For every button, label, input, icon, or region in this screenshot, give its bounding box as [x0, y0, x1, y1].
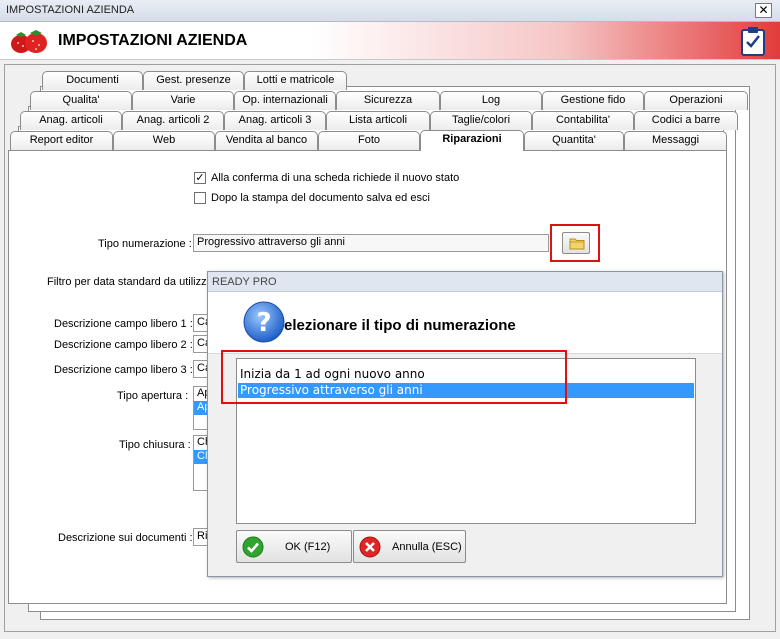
tab-documenti[interactable]: Documenti [42, 71, 143, 90]
tab-log[interactable]: Log [440, 91, 542, 110]
dialog-title: READY PRO [212, 276, 277, 288]
tab-vendita-al-banco[interactable]: Vendita al banco [215, 131, 318, 150]
cancel-button-label: Annulla (ESC) [392, 541, 462, 553]
tab-lista-articoli[interactable]: Lista articoli [326, 111, 430, 130]
tab-quantita[interactable]: Quantita' [524, 131, 624, 150]
tab-op-internazionali[interactable]: Op. internazionali [234, 91, 336, 110]
question-icon: ? [243, 301, 285, 343]
ok-button-label: OK (F12) [285, 541, 331, 553]
clipboard-check-icon[interactable] [739, 26, 767, 56]
salva-ed-esci-checkbox[interactable] [194, 192, 206, 204]
tab-web[interactable]: Web [113, 131, 215, 150]
numerazione-dialog: READY PRO Selezionare il tipo di numeraz… [207, 271, 723, 577]
highlight-options [221, 350, 567, 404]
tab-codici-a-barre[interactable]: Codici a barre [634, 111, 738, 130]
highlight-folder-button [550, 224, 600, 262]
nuovo-stato-label: Alla conferma di una scheda richiede il … [211, 172, 460, 184]
svg-text:?: ? [256, 308, 271, 338]
tipo-numerazione-field[interactable]: Progressivo attraverso gli anni [193, 234, 549, 252]
tab-foto[interactable]: Foto [318, 131, 420, 150]
nuovo-stato-checkbox[interactable]: ✓ [194, 172, 206, 184]
tipo-numerazione-label: Tipo numerazione : [98, 238, 192, 250]
tab-lotti-matricole[interactable]: Lotti e matricole [244, 71, 347, 90]
tab-report-editor[interactable]: Report editor [10, 131, 113, 150]
tab-sicurezza[interactable]: Sicurezza [336, 91, 440, 110]
tab-operazioni[interactable]: Operazioni [644, 91, 748, 110]
tipo-chiusura-label: Tipo chiusura : [119, 439, 191, 451]
tab-riparazioni[interactable]: Riparazioni [420, 130, 524, 151]
tab-gest-presenze[interactable]: Gest. presenze [143, 71, 244, 90]
window-title: IMPOSTAZIONI AZIENDA [6, 4, 135, 16]
tab-taglie-colori[interactable]: Taglie/colori [430, 111, 532, 130]
campo-libero-3-label: Descrizione campo libero 3 : [54, 364, 193, 376]
check-icon [242, 536, 264, 558]
header-title: IMPOSTAZIONI AZIENDA [58, 32, 248, 49]
tab-messaggi[interactable]: Messaggi [624, 131, 727, 150]
cancel-icon [359, 536, 381, 558]
tab-contabilita[interactable]: Contabilita' [532, 111, 634, 130]
tab-gestione-fido[interactable]: Gestione fido [542, 91, 644, 110]
header-band: IMPOSTAZIONI AZIENDA [0, 22, 780, 60]
tipo-apertura-label: Tipo apertura : [117, 390, 189, 402]
descrizione-documenti-label: Descrizione sui documenti : [58, 532, 193, 544]
cancel-button[interactable]: Annulla (ESC) [353, 530, 466, 563]
campo-libero-1-label: Descrizione campo libero 1 : [54, 318, 193, 330]
tab-anag-articoli-3[interactable]: Anag. articoli 3 [224, 111, 326, 130]
tab-anag-articoli[interactable]: Anag. articoli [20, 111, 122, 130]
tab-qualita[interactable]: Qualita' [30, 91, 132, 110]
salva-ed-esci-label: Dopo la stampa del documento salva ed es… [211, 192, 430, 204]
strawberry-logo-icon [11, 30, 47, 53]
filtro-data-label: Filtro per data standard da utilizz [47, 276, 207, 288]
window-close-button[interactable]: ✕ [755, 3, 772, 18]
tab-anag-articoli-2[interactable]: Anag. articoli 2 [122, 111, 224, 130]
ok-button[interactable]: OK (F12) [236, 530, 352, 563]
tab-varie[interactable]: Varie [132, 91, 234, 110]
dialog-title-bar: READY PRO [208, 272, 722, 292]
window-title-bar: IMPOSTAZIONI AZIENDA ✕ [0, 0, 780, 22]
dialog-message: Selezionare il tipo di numerazione [274, 317, 516, 334]
campo-libero-2-label: Descrizione campo libero 2 : [54, 339, 193, 351]
